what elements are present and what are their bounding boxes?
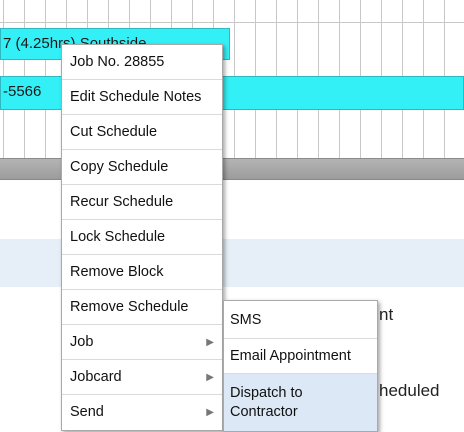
submenu-item-label: Email Appointment: [230, 348, 351, 364]
menu-item-jobcard[interactable]: Jobcard ▶: [62, 360, 222, 395]
menu-item-label: Job No. 28855: [70, 54, 165, 70]
menu-item-label: Remove Schedule: [70, 299, 189, 315]
menu-item-label: Send: [70, 404, 104, 420]
submenu-arrow-icon: ▶: [206, 407, 214, 418]
menu-item-remove-schedule[interactable]: Remove Schedule: [62, 290, 222, 325]
background-text: nt: [379, 305, 394, 324]
menu-item-label: Lock Schedule: [70, 229, 166, 245]
menu-item-label: Recur Schedule: [70, 194, 174, 210]
submenu-item-email-appointment[interactable]: Email Appointment: [224, 339, 377, 374]
menu-item-recur-schedule[interactable]: Recur Schedule: [62, 185, 222, 220]
send-submenu: SMS Email Appointment Dispatch to Contra…: [223, 300, 378, 432]
submenu-item-label: Dispatch to Contractor: [230, 384, 303, 420]
background-text: heduled: [379, 381, 440, 400]
menu-item-label: Cut Schedule: [70, 124, 158, 140]
context-menu: Job No. 28855 Edit Schedule Notes Cut Sc…: [61, 44, 223, 431]
submenu-item-label: SMS: [230, 311, 262, 328]
submenu-item-sms[interactable]: SMS: [224, 301, 377, 339]
menu-item-label: Copy Schedule: [70, 159, 169, 175]
menu-item-label: Remove Block: [70, 264, 164, 280]
menu-item-cut-schedule[interactable]: Cut Schedule: [62, 115, 222, 150]
submenu-arrow-icon: ▶: [206, 372, 214, 383]
submenu-item-dispatch-to-contractor[interactable]: Dispatch to Contractor: [224, 374, 377, 431]
menu-item-lock-schedule[interactable]: Lock Schedule: [62, 220, 222, 255]
menu-item-copy-schedule[interactable]: Copy Schedule: [62, 150, 222, 185]
menu-item-edit-schedule-notes[interactable]: Edit Schedule Notes: [62, 80, 222, 115]
menu-item-label: Jobcard: [70, 369, 122, 385]
menu-item-job[interactable]: Job ▶: [62, 325, 222, 360]
menu-item-label: Edit Schedule Notes: [70, 89, 202, 105]
submenu-arrow-icon: ▶: [206, 337, 214, 348]
menu-item-remove-block[interactable]: Remove Block: [62, 255, 222, 290]
menu-item-label: Job: [70, 334, 94, 350]
menu-item-job-number[interactable]: Job No. 28855: [62, 45, 222, 80]
menu-item-send[interactable]: Send ▶: [62, 395, 222, 430]
